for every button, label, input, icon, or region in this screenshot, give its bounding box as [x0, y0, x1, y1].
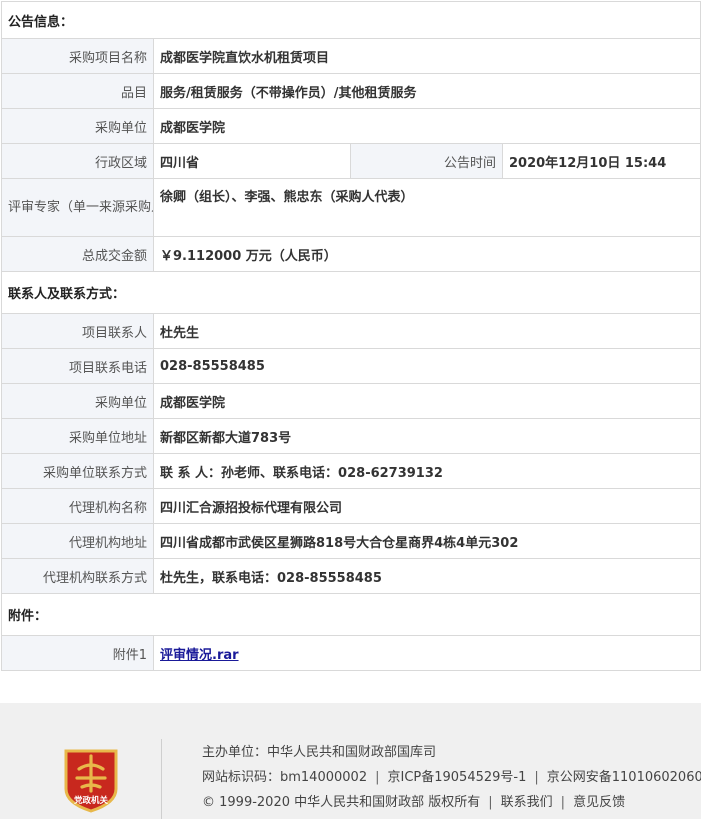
agency-address-label: 代理机构地址: [1, 523, 154, 559]
footer-feedback-link[interactable]: 意见反馈: [573, 795, 625, 810]
project-name-label: 采购项目名称: [1, 38, 154, 74]
footer-police-link[interactable]: 京公网安备11010602060068号: [547, 770, 701, 785]
buyer-address-value: 新都区新都大道783号: [152, 418, 701, 454]
buyer-label: 采购单位: [1, 108, 154, 144]
buyer-value: 成都医学院: [152, 108, 701, 144]
footer-site-id: 网站标识码：bm14000002: [202, 770, 368, 785]
footer-icp-link[interactable]: 京ICP备19054529号-1: [387, 770, 526, 785]
project-phone-value: 028-85558485: [152, 348, 701, 384]
agency-contact-label: 代理机构联系方式: [1, 558, 154, 594]
contact-buyer-label: 采购单位: [1, 383, 154, 419]
footer-divider: [161, 739, 162, 819]
announcement-table: 公告信息： 采购项目名称 成都医学院直饮水机租赁项目 品目 服务/租赁服务（不带…: [0, 1, 701, 671]
buyer-contact-value: 联 系 人：孙老师、联系电话：028-62739132: [152, 453, 701, 489]
site-footer: 党政机关 主办单位：中华人民共和国财政部国库司 网站标识码：bm14000002…: [0, 703, 701, 819]
agency-contact-value: 杜先生，联系电话：028-85558485: [152, 558, 701, 594]
party-government-emblem-icon: 党政机关: [64, 749, 118, 813]
category-value: 服务/租赁服务（不带操作员）/其他租赁服务: [152, 73, 701, 109]
region-label: 行政区域: [1, 143, 154, 179]
footer-registration-line: 网站标识码：bm14000002 | 京ICP备19054529号-1 | 京公网安备1…: [202, 765, 701, 790]
attachment1-cell: 评审情况.rar: [152, 635, 701, 671]
footer-contact-us-link[interactable]: 联系我们: [501, 795, 553, 810]
project-phone-label: 项目联系电话: [1, 348, 154, 384]
footer-copyright-line: © 1999-2020 中华人民共和国财政部 版权所有 | 联系我们 | 意见反馈: [202, 795, 626, 810]
total-amount-label: 总成交金额: [1, 236, 154, 272]
buyer-contact-label: 采购单位联系方式: [1, 453, 154, 489]
footer-sponsor: 主办单位：中华人民共和国财政部国库司: [202, 745, 437, 760]
attachment1-label: 附件1: [1, 635, 154, 671]
emblem-text: 党政机关: [74, 795, 109, 806]
footer-copyright: © 1999-2020 中华人民共和国财政部 版权所有: [202, 795, 481, 810]
experts-label: 评审专家（单一来源采购人员）名单: [1, 178, 154, 237]
section-title-announcement: 公告信息：: [0, 1, 701, 39]
section-title-attachments: 附件：: [0, 593, 701, 636]
project-contact-label: 项目联系人: [1, 313, 154, 349]
total-amount-value: ￥9.112000 万元（人民币）: [152, 236, 701, 272]
project-name-value: 成都医学院直饮水机租赁项目: [152, 38, 701, 74]
category-label: 品目: [1, 73, 154, 109]
agency-address-value: 四川省成都市武侯区星狮路818号大合仓星商界4栋4单元302: [152, 523, 701, 559]
publish-time-value: 2020年12月10日 15:44: [501, 143, 701, 179]
publish-time-label: 公告时间: [350, 143, 503, 179]
buyer-address-label: 采购单位地址: [1, 418, 154, 454]
region-value: 四川省: [153, 143, 351, 179]
experts-value: 徐卿（组长）、李强、熊忠东（采购人代表）: [152, 178, 701, 237]
contact-buyer-value: 成都医学院: [152, 383, 701, 419]
section-title-contacts: 联系人及联系方式：: [0, 271, 701, 314]
agency-name-label: 代理机构名称: [1, 488, 154, 524]
agency-name-value: 四川汇合源招投标代理有限公司: [152, 488, 701, 524]
project-contact-value: 杜先生: [152, 313, 701, 349]
attachment1-link[interactable]: 评审情况.rar: [160, 648, 239, 663]
